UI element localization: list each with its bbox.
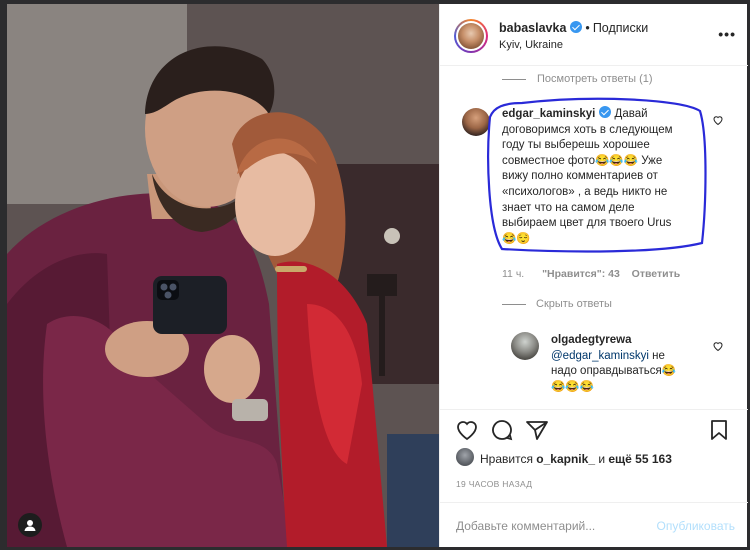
post-header: babaslavka • Подписки Kyiv, Ukraine •••	[440, 4, 748, 66]
comments-section: Посмотреть ответы (1) edgar_kaminskyi Да…	[440, 66, 748, 409]
likes-middle: и	[595, 452, 609, 466]
annotation-ellipse	[487, 97, 707, 253]
header-line: babaslavka • Подписки	[499, 21, 648, 35]
more-options-icon[interactable]: •••	[718, 26, 736, 42]
comment-likes-count[interactable]: "Нравится": 43	[542, 268, 620, 280]
liker-username[interactable]: o_kapnik_	[536, 452, 595, 466]
photo-illustration	[7, 4, 439, 547]
comment-bubble-icon[interactable]	[490, 419, 514, 441]
comment-time[interactable]: 11 ч.	[502, 268, 524, 280]
reply-username[interactable]: olgadegtyrewa	[551, 334, 632, 346]
liker-avatar[interactable]	[456, 448, 474, 466]
publish-comment-button[interactable]: Опубликовать	[657, 519, 735, 533]
like-reply-heart-icon[interactable]	[712, 340, 724, 352]
likes-count[interactable]: ещё 55 163	[608, 452, 672, 466]
view-replies-link[interactable]: Посмотреть ответы (1)	[537, 73, 653, 85]
post-location[interactable]: Kyiv, Ukraine	[499, 39, 563, 51]
following-button[interactable]: Подписки	[593, 21, 648, 35]
reply-button[interactable]: Ответить	[632, 268, 681, 280]
reply-text: 😂😂😂	[551, 380, 594, 393]
reply-body: olgadegtyrewa @edgar_kaminskyi не надо о…	[551, 333, 716, 395]
verified-badge-icon	[570, 21, 583, 33]
replies-divider	[502, 79, 526, 80]
like-heart-icon[interactable]	[455, 419, 479, 441]
hide-replies-link[interactable]: Скрыть ответы	[536, 298, 612, 310]
user-tag-icon[interactable]	[18, 513, 42, 537]
author-username[interactable]: babaslavka	[499, 21, 566, 35]
post-photo[interactable]	[7, 4, 439, 547]
instagram-post: babaslavka • Подписки Kyiv, Ukraine ••• По…	[7, 4, 748, 547]
save-bookmark-icon[interactable]	[708, 419, 730, 441]
author-avatar[interactable]	[454, 19, 488, 53]
add-comment-input[interactable]	[456, 519, 646, 533]
like-comment-heart-icon[interactable]	[712, 114, 724, 126]
likes-summary: Нравится o_kapnik_ и ещё 55 163	[480, 452, 672, 466]
reply-mention-link[interactable]: @edgar_kaminskyi	[551, 350, 649, 362]
post-actions-bar	[440, 409, 748, 449]
screenshot-frame: babaslavka • Подписки Kyiv, Ukraine ••• По…	[0, 0, 750, 550]
add-comment-bar: Опубликовать	[440, 502, 748, 547]
comment-meta: 11 ч. "Нравится": 43 Ответить	[502, 268, 680, 280]
post-side-panel: babaslavka • Подписки Kyiv, Ukraine ••• По…	[439, 4, 748, 547]
separator-dot: •	[585, 21, 590, 35]
replies-divider	[502, 304, 526, 305]
likes-prefix: Нравится	[480, 452, 537, 466]
reply-text: надо оправдываться😂	[551, 365, 677, 378]
share-send-icon[interactable]	[525, 419, 549, 441]
reply-avatar[interactable]	[511, 332, 539, 360]
post-time-ago[interactable]: 19 ЧАСОВ НАЗАД	[456, 479, 532, 489]
reply-text: не	[648, 349, 665, 362]
